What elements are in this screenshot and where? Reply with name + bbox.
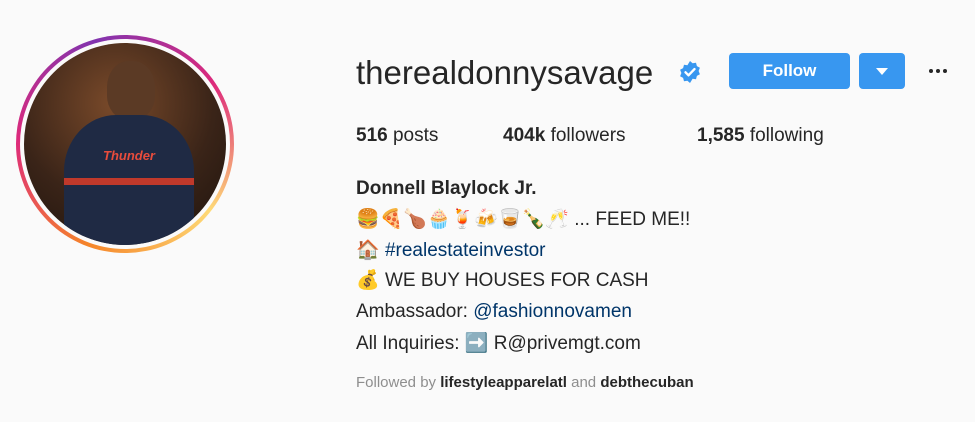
- hashtag-link[interactable]: #realestateinvestor: [385, 240, 546, 261]
- more-dot-icon: [929, 69, 933, 73]
- chevron-down-icon: [876, 67, 888, 75]
- food-emojis: 🍔🍕🍗🧁🍹🍻🥃🍾🥂: [356, 208, 569, 230]
- more-dot-icon: [936, 69, 940, 73]
- mention-link[interactable]: @fashionnovamen: [473, 301, 632, 322]
- posts-stat: 516 posts: [356, 124, 438, 148]
- followed-by-prefix: Followed by: [356, 374, 437, 391]
- follow-button[interactable]: Follow: [729, 53, 850, 89]
- bio-line-ambassador: Ambassador: @fashionnovamen: [356, 300, 632, 324]
- avatar-photo-head: [107, 61, 155, 119]
- followed-by-user[interactable]: lifestyleapparelatl: [440, 374, 567, 391]
- house-emoji: 🏠: [356, 239, 380, 261]
- following-count: 1,585: [697, 125, 745, 146]
- followed-by-conjunction: and: [571, 374, 597, 391]
- more-options-button[interactable]: [925, 58, 951, 84]
- ambassador-label: Ambassador:: [356, 301, 468, 322]
- following-label: following: [749, 125, 824, 146]
- contact-email: R@privemgt.com: [493, 333, 641, 354]
- profile-full-name: Donnell Blaylock Jr.: [356, 178, 537, 199]
- bio-line-inquiries: All Inquiries: ➡️ R@privemgt.com: [356, 331, 641, 356]
- verified-badge-icon: [680, 61, 700, 83]
- profile-username: therealdonnysavage: [356, 54, 654, 91]
- following-stat[interactable]: 1,585 following: [697, 124, 824, 148]
- more-dot-icon: [943, 69, 947, 73]
- bio-line-hashtag: 🏠 #realestateinvestor: [356, 238, 546, 263]
- followers-stat[interactable]: 404k followers: [503, 124, 626, 148]
- followers-label: followers: [550, 125, 626, 146]
- followers-count: 404k: [503, 125, 546, 146]
- bio-text: WE BUY HOUSES FOR CASH: [384, 270, 649, 291]
- arrow-right-icon: ➡️: [464, 332, 489, 354]
- avatar-photo-body: [64, 115, 194, 245]
- suggested-accounts-dropdown-button[interactable]: [859, 53, 905, 89]
- avatar[interactable]: Thunder: [24, 43, 226, 245]
- bio-text: ... FEED ME!!: [574, 209, 691, 230]
- bio-line-feed-me: 🍔🍕🍗🧁🍹🍻🥃🍾🥂 ... FEED ME!!: [356, 207, 690, 232]
- posts-count: 516: [356, 125, 388, 146]
- followed-by-user[interactable]: debthecuban: [600, 374, 693, 391]
- followed-by[interactable]: Followed by lifestyleapparelatl and debt…: [356, 374, 694, 391]
- avatar-photo-jersey-text: Thunder: [103, 148, 155, 163]
- money-bag-emoji: 💰: [356, 269, 380, 291]
- posts-label: posts: [392, 125, 439, 146]
- profile-avatar-ring[interactable]: Thunder: [16, 35, 234, 253]
- inquiries-label: All Inquiries:: [356, 333, 460, 354]
- bio-line-cash: 💰 WE BUY HOUSES FOR CASH: [356, 268, 649, 293]
